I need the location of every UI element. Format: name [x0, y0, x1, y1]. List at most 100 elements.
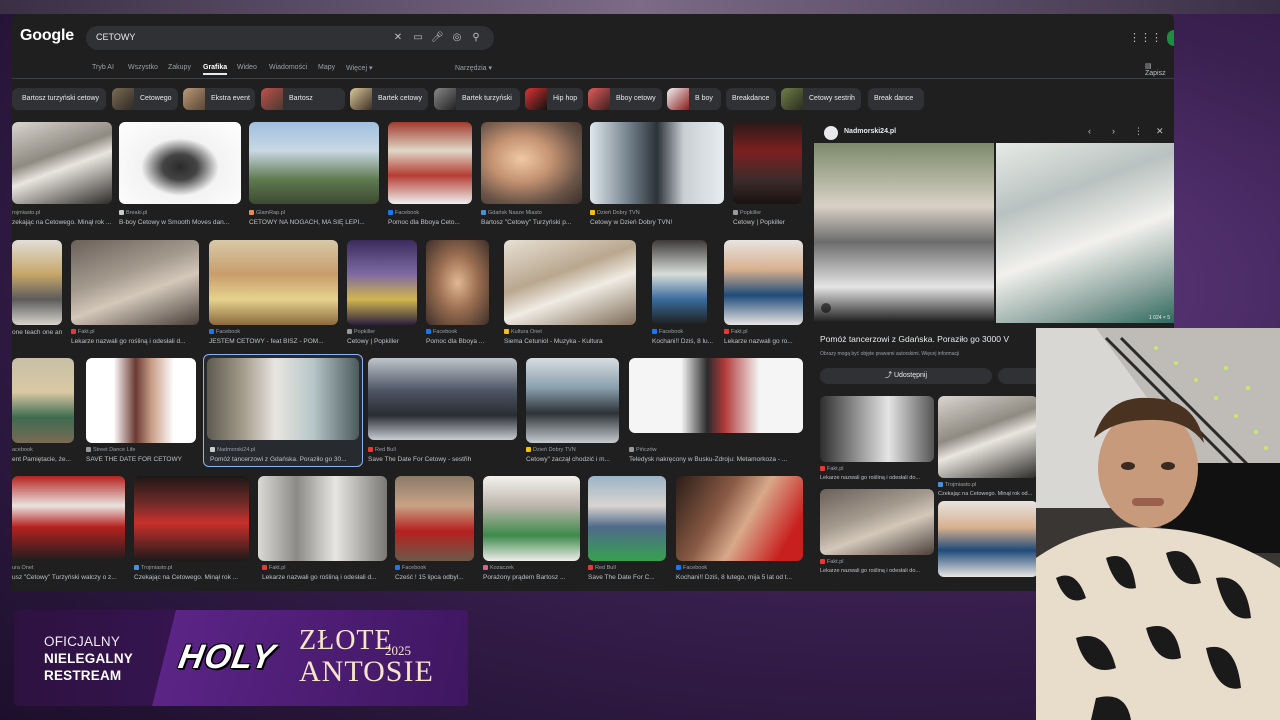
close-icon[interactable]: ✕: [392, 31, 404, 45]
search-icon[interactable]: ⚲: [470, 31, 482, 45]
tab-zakupy[interactable]: Zakupy: [168, 64, 191, 71]
mic-icon[interactable]: 🎤︎: [431, 31, 444, 45]
result-title[interactable]: zekając na Cetowego. Minął rok ...: [12, 219, 112, 226]
result-image[interactable]: [483, 476, 580, 561]
result-title[interactable]: Bartosz "Cetowy" Turzyński p...: [481, 219, 582, 226]
result-title[interactable]: Porażony prądem Bartosz ...: [483, 574, 580, 581]
result-image[interactable]: [481, 122, 582, 204]
save-preview-button[interactable]: [998, 368, 1038, 384]
result-title[interactable]: Save The Date For C...: [588, 574, 666, 581]
tab-tryb-ai[interactable]: Tryb AI: [92, 64, 114, 71]
result-image[interactable]: [86, 358, 196, 443]
result-image[interactable]: [12, 122, 112, 204]
result-image[interactable]: [347, 240, 417, 325]
result-image[interactable]: [426, 240, 489, 325]
result-title[interactable]: Teledysk nakręcony w Busku-Zdroju: Metam…: [629, 456, 807, 463]
result-image[interactable]: [590, 122, 724, 204]
chip[interactable]: Hip hop: [525, 88, 583, 110]
result-title[interactable]: usz "Cetowy" Turzyński walczy o z...: [12, 574, 125, 581]
result-title[interactable]: B-boy Cetowy w Smooth Moves dan...: [119, 219, 241, 226]
result-image[interactable]: [209, 240, 338, 325]
result-image[interactable]: [71, 240, 199, 325]
close-icon[interactable]: ✕: [1156, 126, 1164, 137]
result-title[interactable]: Cetowy | Popkiller: [347, 338, 417, 345]
save-button[interactable]: ▤ Zapisz: [1145, 62, 1174, 77]
result-image[interactable]: [676, 476, 803, 561]
preview-image[interactable]: [814, 143, 1174, 323]
tab-mapy[interactable]: Mapy: [318, 64, 335, 71]
related-image[interactable]: [820, 396, 934, 462]
chip[interactable]: Bboy cetowy: [588, 88, 662, 110]
result-title[interactable]: Siema Cetuniol - Muzyka - Kultura: [504, 338, 636, 345]
result-title[interactable]: SAVE THE DATE FOR CETOWY: [86, 456, 204, 463]
chip[interactable]: Bartek cetowy: [350, 88, 428, 110]
lens-icon[interactable]: ◎: [451, 31, 463, 45]
result-image[interactable]: [119, 122, 241, 204]
chip[interactable]: Cetowego: [112, 88, 178, 110]
result-title[interactable]: Pomoc dla Bboya ...: [426, 338, 498, 345]
result-title[interactable]: JESTEM CETOWY - feat BISZ - POM...: [209, 338, 338, 345]
result-title[interactable]: Cetowy | Popkiller: [733, 219, 802, 226]
share-button[interactable]: ⤴ Udostępnij: [820, 368, 992, 384]
chip[interactable]: Bartek turzyński: [434, 88, 520, 110]
chip[interactable]: Ekstra event: [183, 88, 255, 110]
result-title[interactable]: Cetowy w Dzień Dobry TVN!: [590, 219, 724, 226]
result-title[interactable]: Lekarze nazwali go rośliną i odesłali do…: [820, 568, 934, 574]
tab-wiadomosci[interactable]: Wiadomości: [269, 64, 307, 71]
lens-icon[interactable]: [821, 303, 831, 313]
chip[interactable]: Breakdance: [726, 88, 776, 110]
result-title[interactable]: Save The Date For Cetowy - sestřih: [368, 456, 517, 463]
search-input[interactable]: CETOWY ✕ ▭ 🎤︎ ◎ ⚲: [86, 26, 494, 50]
tools-button[interactable]: Narzędzia ▾: [455, 64, 492, 72]
result-image[interactable]: [652, 240, 707, 325]
result-title[interactable]: one teach one and support f...: [12, 329, 62, 336]
result-image[interactable]: [12, 476, 125, 561]
result-title[interactable]: Lekarze nazwali go rośliną i odesłali d.…: [71, 338, 199, 345]
result-image[interactable]: [368, 358, 517, 440]
result-title[interactable]: Kochani!! Dziś, 8 lutego, mija 5 lat od …: [676, 574, 803, 581]
result-title[interactable]: Cetowy" zaczął chodzić i m...: [526, 456, 619, 463]
result-title[interactable]: Lekarze nazwali go ro...: [724, 338, 803, 345]
result-image[interactable]: [249, 122, 379, 204]
result-image[interactable]: [258, 476, 387, 561]
result-image[interactable]: [134, 476, 249, 561]
chip[interactable]: Cetowy sestrih: [781, 88, 861, 110]
chip[interactable]: B boy: [667, 88, 721, 110]
chevron-right-icon[interactable]: ›: [1112, 126, 1115, 136]
google-logo[interactable]: Google: [20, 27, 74, 45]
result-image[interactable]: [12, 358, 74, 443]
result-title[interactable]: ent Pamiętacie, że...: [12, 456, 74, 463]
chip[interactable]: Bartosz turzyński cetowy: [12, 88, 106, 110]
result-title[interactable]: Pomoc dla Bboya Ceto...: [388, 219, 472, 226]
avatar[interactable]: [1167, 30, 1174, 46]
result-image[interactable]: [395, 476, 474, 561]
result-title[interactable]: Czekając na Cetowego. Minął rok od...: [938, 491, 1038, 497]
result-image[interactable]: [733, 122, 802, 204]
result-image[interactable]: [588, 476, 666, 561]
keyboard-icon[interactable]: ▭: [412, 31, 424, 45]
result-image[interactable]: [504, 240, 636, 325]
result-image[interactable]: [207, 358, 359, 440]
result-title[interactable]: Kochani!! Dziś, 8 lu...: [652, 338, 718, 345]
result-title[interactable]: Lekarze nazwali go rośliną i odesłali d.…: [262, 574, 391, 581]
tab-wszystko[interactable]: Wszystko: [128, 64, 158, 71]
related-image[interactable]: [938, 501, 1038, 577]
preview-title[interactable]: Pomóż tancerzowi z Gdańska. Poraziło go …: [820, 334, 1009, 344]
preview-site-name[interactable]: Nadmorski24.pl: [844, 128, 896, 135]
result-title[interactable]: CETOWY NA NOGACH, MA SIĘ LEPI...: [249, 219, 379, 226]
tab-wiecej[interactable]: Więcej ▾: [346, 64, 372, 72]
result-title[interactable]: Czekając na Cetowego. Minął rok ...: [134, 574, 256, 581]
result-image[interactable]: [724, 240, 803, 325]
chevron-left-icon[interactable]: ‹: [1088, 126, 1091, 136]
tab-grafika[interactable]: Grafika: [203, 64, 227, 71]
result-title[interactable]: Cześć ! 15 lipca odbyl...: [395, 574, 474, 581]
search-query[interactable]: CETOWY: [96, 32, 135, 42]
related-image[interactable]: [938, 396, 1038, 478]
more-icon[interactable]: ⋮: [1134, 126, 1143, 137]
chip[interactable]: Bartosz: [261, 88, 345, 110]
result-image[interactable]: [526, 358, 619, 443]
tab-wideo[interactable]: Wideo: [237, 64, 257, 71]
result-image[interactable]: [388, 122, 472, 204]
apps-icon[interactable]: ⋮⋮⋮: [1129, 31, 1162, 44]
related-image[interactable]: [820, 489, 934, 555]
